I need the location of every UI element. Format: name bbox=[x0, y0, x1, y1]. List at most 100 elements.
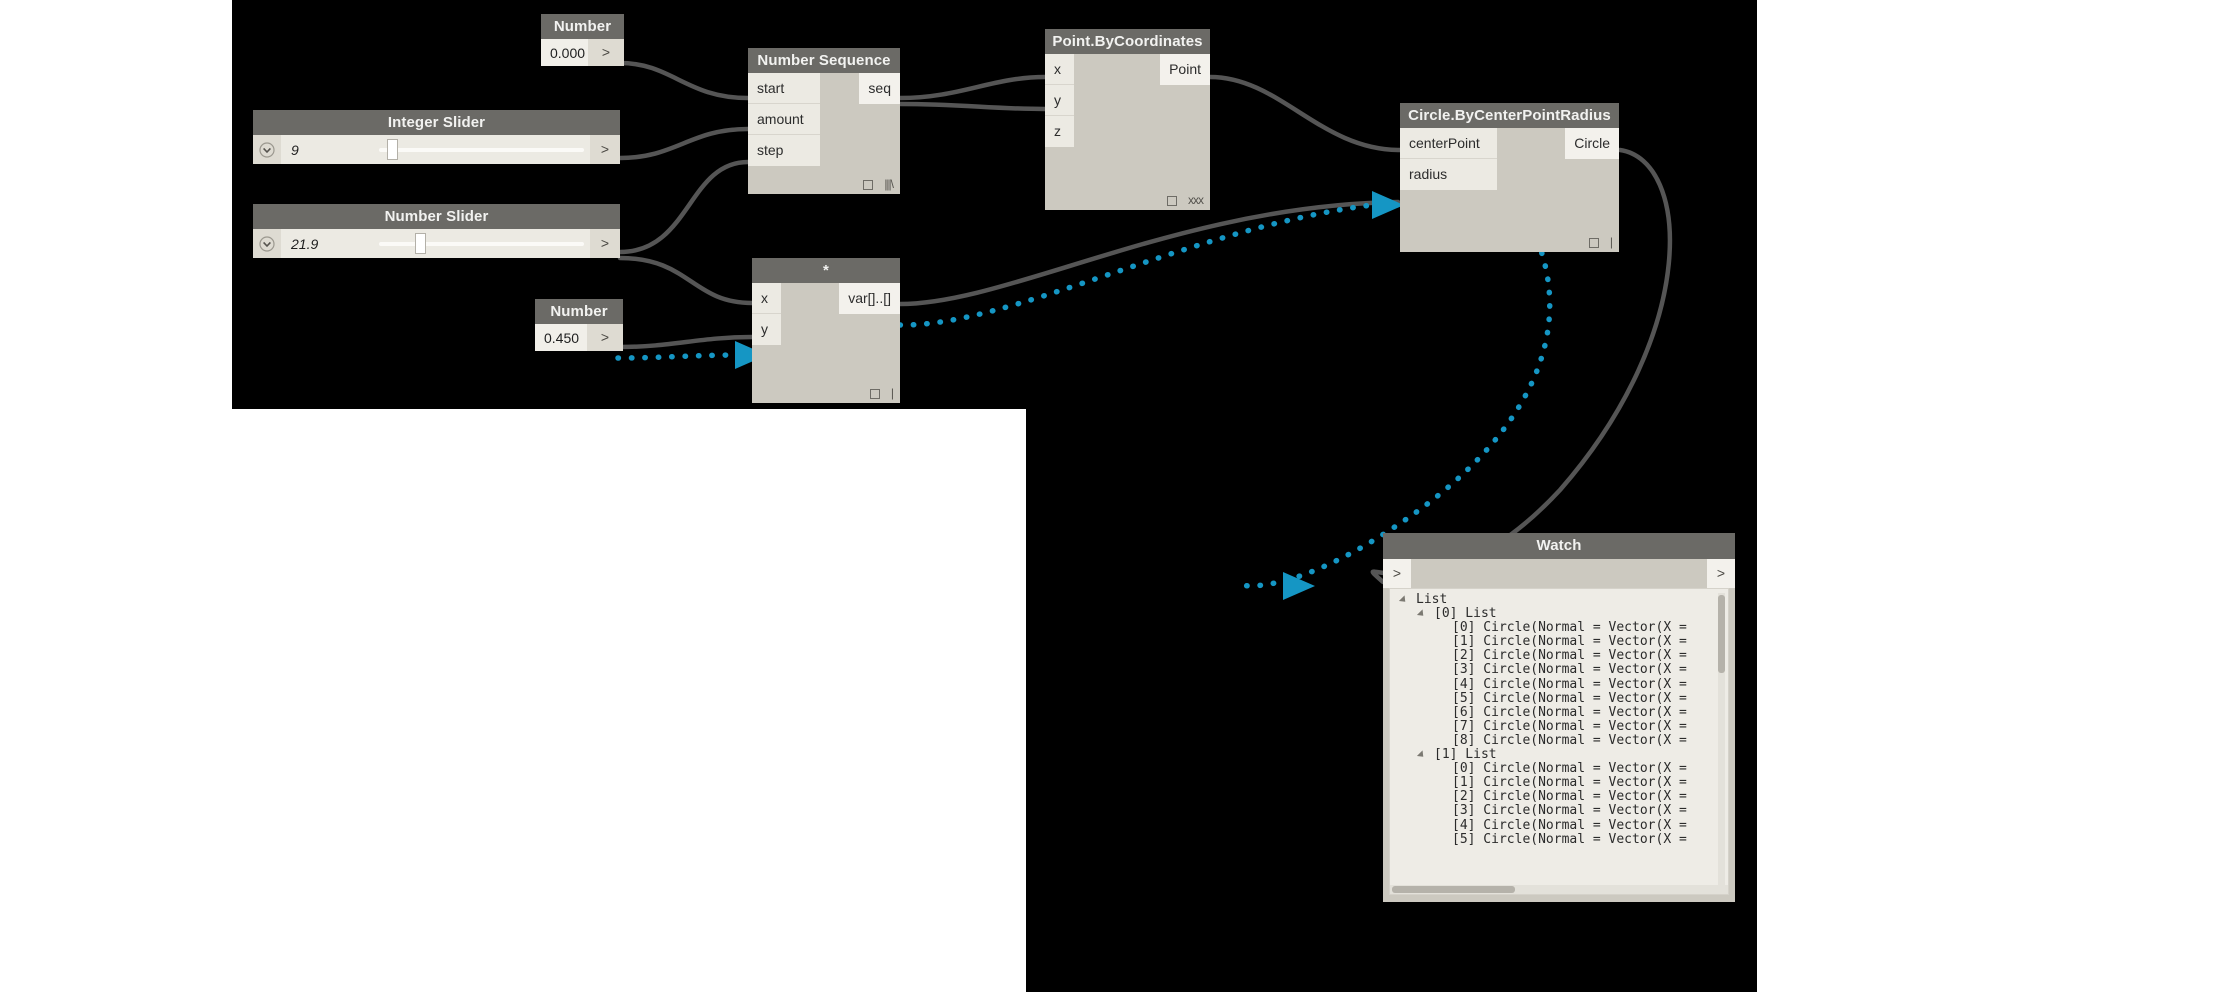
watch-row-text: [3] Circle(Normal = Vector(X = bbox=[1452, 803, 1687, 818]
input-port-radius[interactable]: radius bbox=[1400, 159, 1497, 190]
watch-row-text: [5] Circle(Normal = Vector(X = bbox=[1452, 691, 1687, 706]
watch-row[interactable]: [0] List bbox=[1390, 607, 1728, 621]
node-integer-slider[interactable]: Integer Slider 9 > bbox=[253, 110, 620, 164]
node-watch[interactable]: Watch > > List[0] List[0] Circle(Normal … bbox=[1383, 533, 1735, 902]
watch-result-list[interactable]: List[0] List[0] Circle(Normal = Vector(X… bbox=[1389, 588, 1729, 895]
expander-triangle-icon[interactable] bbox=[1417, 609, 1426, 618]
input-port-y[interactable]: y bbox=[1045, 85, 1074, 116]
input-port-start[interactable]: start bbox=[748, 73, 820, 104]
input-port[interactable]: > bbox=[1383, 559, 1411, 588]
watch-row[interactable]: [7] Circle(Normal = Vector(X = bbox=[1390, 720, 1728, 734]
node-title: Number Sequence bbox=[748, 48, 900, 73]
chevron-down-icon[interactable] bbox=[253, 229, 281, 258]
square-icon[interactable] bbox=[1589, 238, 1599, 248]
output-port-var[interactable]: var[]..[] bbox=[839, 283, 900, 314]
expander-triangle-icon[interactable] bbox=[1399, 595, 1408, 604]
node-title: Number bbox=[535, 299, 623, 324]
node-point-bycoordinates[interactable]: Point.ByCoordinates x y z Point xxx bbox=[1045, 29, 1210, 210]
wire-seq-to-y bbox=[900, 104, 1045, 109]
input-port-y[interactable]: y bbox=[752, 314, 781, 345]
input-port-centerpoint[interactable]: centerPoint bbox=[1400, 128, 1497, 159]
watch-horizontal-scrollbar[interactable] bbox=[1390, 885, 1728, 894]
slider-handle[interactable] bbox=[415, 233, 426, 254]
input-port-x[interactable]: x bbox=[1045, 54, 1074, 85]
node-number-slider[interactable]: Number Slider 21.9 > bbox=[253, 204, 620, 258]
node-title: Circle.ByCenterPointRadius bbox=[1400, 103, 1619, 128]
node-circle-bycenterpointradius[interactable]: Circle.ByCenterPointRadius centerPoint r… bbox=[1400, 103, 1619, 252]
watch-row[interactable]: [1] Circle(Normal = Vector(X = bbox=[1390, 635, 1728, 649]
watch-row[interactable]: [1] Circle(Normal = Vector(X = bbox=[1390, 776, 1728, 790]
watch-row[interactable]: [0] Circle(Normal = Vector(X = bbox=[1390, 621, 1728, 635]
input-port-z[interactable]: z bbox=[1045, 116, 1074, 147]
number-input-row[interactable]: 0.000 > bbox=[541, 39, 624, 66]
wire-intslider-to-amount bbox=[620, 129, 748, 158]
watch-row[interactable]: [5] Circle(Normal = Vector(X = bbox=[1390, 692, 1728, 706]
output-port[interactable]: > bbox=[588, 39, 624, 66]
watch-row[interactable]: [4] Circle(Normal = Vector(X = bbox=[1390, 819, 1728, 833]
output-port-circle[interactable]: Circle bbox=[1565, 128, 1619, 159]
output-port[interactable]: > bbox=[1707, 559, 1735, 588]
watch-row[interactable]: [2] Circle(Normal = Vector(X = bbox=[1390, 649, 1728, 663]
output-port[interactable]: > bbox=[587, 324, 623, 351]
watch-row[interactable]: [8] Circle(Normal = Vector(X = bbox=[1390, 734, 1728, 748]
slider-row[interactable]: 9 > bbox=[253, 135, 620, 164]
lacing-shortest-icon[interactable]: | bbox=[891, 388, 893, 399]
watch-row[interactable]: [2] Circle(Normal = Vector(X = bbox=[1390, 790, 1728, 804]
watch-row-text: [2] Circle(Normal = Vector(X = bbox=[1452, 648, 1687, 663]
output-port[interactable]: > bbox=[590, 229, 620, 258]
number-input-row[interactable]: 0.450 > bbox=[535, 324, 623, 351]
output-port[interactable]: > bbox=[590, 135, 620, 164]
slider-track[interactable] bbox=[373, 135, 590, 164]
input-port-amount[interactable]: amount bbox=[748, 104, 820, 135]
node-body: x y var[]..[] | bbox=[752, 283, 900, 403]
watch-row-text: [2] Circle(Normal = Vector(X = bbox=[1452, 789, 1687, 804]
watch-row[interactable]: [4] Circle(Normal = Vector(X = bbox=[1390, 678, 1728, 692]
output-port-point[interactable]: Point bbox=[1160, 54, 1210, 85]
input-port-x[interactable]: x bbox=[752, 283, 781, 314]
slider-value[interactable]: 9 bbox=[281, 142, 373, 158]
slider-row[interactable]: 21.9 > bbox=[253, 229, 620, 258]
node-title: Watch bbox=[1383, 533, 1735, 559]
slider-value[interactable]: 21.9 bbox=[281, 236, 373, 252]
watch-io-bar: > > bbox=[1383, 559, 1735, 588]
slider-handle[interactable] bbox=[387, 139, 398, 160]
node-body: start amount step seq |||\ bbox=[748, 73, 900, 194]
watch-vertical-scroll-thumb[interactable] bbox=[1718, 595, 1725, 673]
wire-seq-to-x bbox=[900, 77, 1045, 98]
watch-row[interactable]: [0] Circle(Normal = Vector(X = bbox=[1390, 762, 1728, 776]
expander-triangle-icon[interactable] bbox=[1417, 750, 1426, 759]
chevron-down-icon[interactable] bbox=[253, 135, 281, 164]
square-icon[interactable] bbox=[870, 389, 880, 399]
node-number-top[interactable]: Number 0.000 > bbox=[541, 14, 624, 66]
number-value[interactable]: 0.450 bbox=[535, 330, 587, 346]
lacing-shortest-icon[interactable]: | bbox=[1610, 237, 1612, 248]
node-footer: | bbox=[1589, 237, 1612, 248]
watch-row[interactable]: [5] Circle(Normal = Vector(X = bbox=[1390, 833, 1728, 847]
watch-row[interactable]: List bbox=[1390, 593, 1728, 607]
node-number-bottom[interactable]: Number 0.450 > bbox=[535, 299, 623, 351]
wire-number-to-start bbox=[620, 63, 748, 98]
watch-horizontal-scroll-thumb[interactable] bbox=[1392, 886, 1515, 893]
watch-row-text: [0] List bbox=[1434, 606, 1497, 621]
square-icon[interactable] bbox=[1167, 196, 1177, 206]
lacing-crossproduct-icon[interactable]: xxx bbox=[1188, 195, 1203, 206]
wire-point-to-centerpoint bbox=[1210, 77, 1400, 150]
number-value[interactable]: 0.000 bbox=[541, 45, 588, 61]
output-port-seq[interactable]: seq bbox=[859, 73, 900, 104]
lacing-longest-icon[interactable]: |||\ bbox=[884, 179, 893, 190]
node-title: Point.ByCoordinates bbox=[1045, 29, 1210, 54]
input-port-step[interactable]: step bbox=[748, 135, 820, 166]
watch-row[interactable]: [3] Circle(Normal = Vector(X = bbox=[1390, 804, 1728, 818]
watch-row[interactable]: [1] List bbox=[1390, 748, 1728, 762]
watch-rows: List[0] List[0] Circle(Normal = Vector(X… bbox=[1390, 593, 1728, 847]
slider-track[interactable] bbox=[373, 229, 590, 258]
watch-row[interactable]: [3] Circle(Normal = Vector(X = bbox=[1390, 663, 1728, 677]
watch-row-text: List bbox=[1416, 592, 1447, 607]
wire-multiply-to-radius bbox=[900, 202, 1398, 304]
watch-row[interactable]: [6] Circle(Normal = Vector(X = bbox=[1390, 706, 1728, 720]
watch-panel: List[0] List[0] Circle(Normal = Vector(X… bbox=[1383, 588, 1735, 902]
square-icon[interactable] bbox=[863, 180, 873, 190]
node-number-sequence[interactable]: Number Sequence start amount step seq ||… bbox=[748, 48, 900, 194]
node-title: Number bbox=[541, 14, 624, 39]
node-multiply[interactable]: * x y var[]..[] | bbox=[752, 258, 900, 403]
